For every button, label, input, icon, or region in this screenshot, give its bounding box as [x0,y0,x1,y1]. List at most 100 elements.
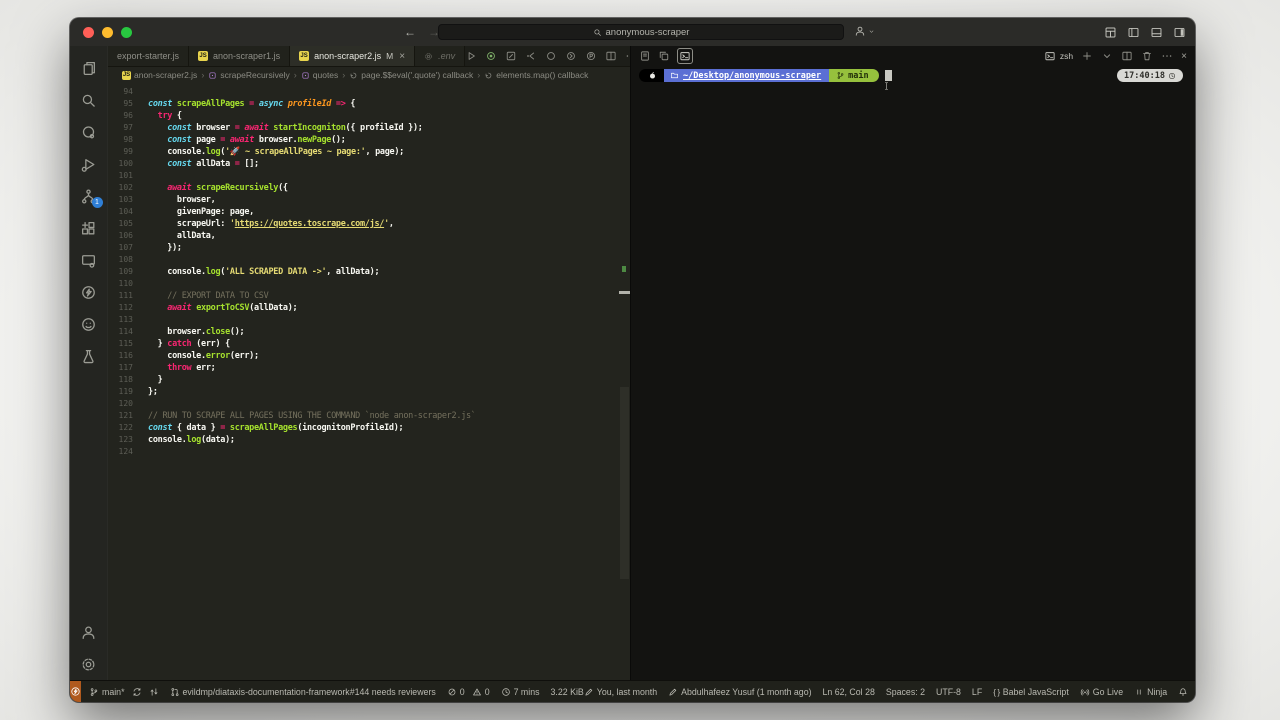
activity-search-icon[interactable] [70,84,108,116]
breadcrumb-label: page.$$eval('.quote') callback [361,70,473,80]
activity-settings-gear-icon[interactable] [70,648,108,680]
git-branch-icon [836,71,845,80]
status-label: LF [972,687,982,697]
line-number: 115 [108,339,133,348]
toggle-panel-icon[interactable] [1150,26,1163,39]
terminal-panel: zsh× ~/Desktop/anonymous-scraper main [630,46,1195,680]
run-above-icon[interactable] [545,50,557,62]
updown-icon [149,687,159,697]
status-ninja[interactable]: Ninja [1134,687,1167,697]
activity-accounts-icon[interactable] [70,616,108,648]
remote-indicator[interactable] [70,681,81,702]
breadcrumb-item[interactable]: elements.map() callback [484,70,588,80]
command-center-search[interactable]: anonymous-scraper [438,24,844,40]
code-text: } [148,375,162,385]
terminal-body[interactable]: ~/Desktop/anonymous-scraper main 17:40:1… [631,66,1195,680]
status-blame-author[interactable]: Abdulhafeez Yusuf (1 month ago) [668,687,811,697]
activity-live-preview-icon[interactable] [70,244,108,276]
status-go-live[interactable]: Go Live [1080,687,1123,697]
activity-extensions-icon[interactable] [70,212,108,244]
code-line-106: 106 allData, [108,231,630,243]
activity-explorer-icon[interactable] [70,52,108,84]
status-blame-you[interactable]: You, last month [584,687,657,697]
status-cursor-position[interactable]: Ln 62, Col 28 [823,687,875,697]
status-problems[interactable]: 00 [447,687,490,697]
code-text: allData, [148,231,215,241]
activity-thunder-client-icon[interactable] [70,276,108,308]
terminal-tab-zsh[interactable]: zsh [1044,50,1073,62]
status-time-tracker[interactable]: 7 mins [501,687,540,697]
sync-icon [132,687,142,697]
restore-panel-icon[interactable] [658,50,670,62]
customize-layout-icon[interactable] [1104,26,1117,39]
status-label: 0 [460,687,465,697]
breadcrumb-label: anon-scraper2.js [134,70,197,80]
breadcrumb-item[interactable]: page.$$eval('.quote') callback [349,70,473,80]
close-tab-icon[interactable]: × [399,51,405,62]
tab-export-starter-js[interactable]: export-starter.js [108,46,189,66]
minimize-window-button[interactable] [102,27,113,38]
activity-source-control-icon[interactable]: 1 [70,180,108,212]
titlebar: ← → anonymous-scraper [70,18,1195,46]
tab-anon-scraper1-js[interactable]: JSanon-scraper1.js [189,46,290,66]
git-segment: main [829,69,878,82]
code-text: givenPage: page, [148,207,254,217]
history-back-icon[interactable]: ← [404,25,416,39]
status-part: 7 mins [501,687,540,697]
status-part: 3.22 KiB [551,687,584,697]
close-window-button[interactable] [83,27,94,38]
run-below-icon[interactable] [565,50,577,62]
toggle-secondary-sidebar-icon[interactable] [1173,26,1186,39]
tab-anon-scraper2-js[interactable]: JSanon-scraper2.jsM× [290,46,415,66]
toggle-primary-sidebar-icon[interactable] [1127,26,1140,39]
open-changes-icon[interactable] [505,50,517,62]
callback-symbol-icon [349,71,358,80]
status-label: 0 [485,687,490,697]
zoom-window-button[interactable] [121,27,132,38]
search-value: anonymous-scraper [606,27,690,38]
code-text: try { [148,111,182,121]
more-actions-icon[interactable] [1161,50,1173,62]
breadcrumb-separator: › [342,70,345,80]
line-number: 97 [108,123,133,132]
profile-icon[interactable] [585,50,597,62]
terminal-icon[interactable] [677,48,693,64]
status-git-branch-status[interactable]: main* [89,687,159,697]
status-part: Spaces: 2 [886,687,925,697]
line-number: 98 [108,135,133,144]
status-file-size[interactable]: 3.22 KiB [551,687,584,697]
notebook-icon[interactable] [639,50,651,62]
code-line-113: 113 [108,315,630,327]
coverage-circle-icon[interactable] [485,50,497,62]
new-terminal-icon[interactable] [1081,50,1093,62]
status-indentation[interactable]: Spaces: 2 [886,687,925,697]
code-line-105: 105 scrapeUrl: 'https://quotes.toscrape.… [108,219,630,231]
status-pr-status[interactable]: evildmp/diataxis-documentation-framework… [170,687,436,697]
code-line-110: 110 [108,279,630,291]
code-editor[interactable]: 9495const scrapeAllPages = async profile… [108,83,630,680]
run-file-icon[interactable] [465,50,477,62]
line-number: 95 [108,99,133,108]
activity-browser-circle-icon[interactable] [70,116,108,148]
tab--env[interactable]: .env [415,46,465,66]
go-back-icon[interactable] [525,50,537,62]
code-line-103: 103 browser, [108,195,630,207]
status-notifications[interactable] [1178,687,1188,697]
activity-run-and-debug-icon[interactable] [70,148,108,180]
breadcrumb-item[interactable]: scrapeRecursively [208,70,289,80]
remote-bolt-icon [70,686,81,697]
activity-github-icon[interactable] [70,308,108,340]
terminal-dropdown-icon[interactable] [1101,50,1113,62]
status-language-mode[interactable]: { }Babel JavaScript [993,687,1069,697]
breadcrumb-item[interactable]: quotes [301,70,339,80]
status-encoding[interactable]: UTF-8 [936,687,961,697]
account-menu[interactable] [854,25,875,37]
activity-testing-flask-icon[interactable] [70,340,108,372]
apple-icon [648,71,657,80]
close-panel-icon[interactable]: × [1181,51,1187,62]
breadcrumb-item[interactable]: JSanon-scraper2.js [122,70,197,80]
status-eol[interactable]: LF [972,687,982,697]
split-terminal-icon[interactable] [1121,50,1133,62]
split-editor-icon[interactable] [605,50,617,62]
kill-terminal-icon[interactable] [1141,50,1153,62]
